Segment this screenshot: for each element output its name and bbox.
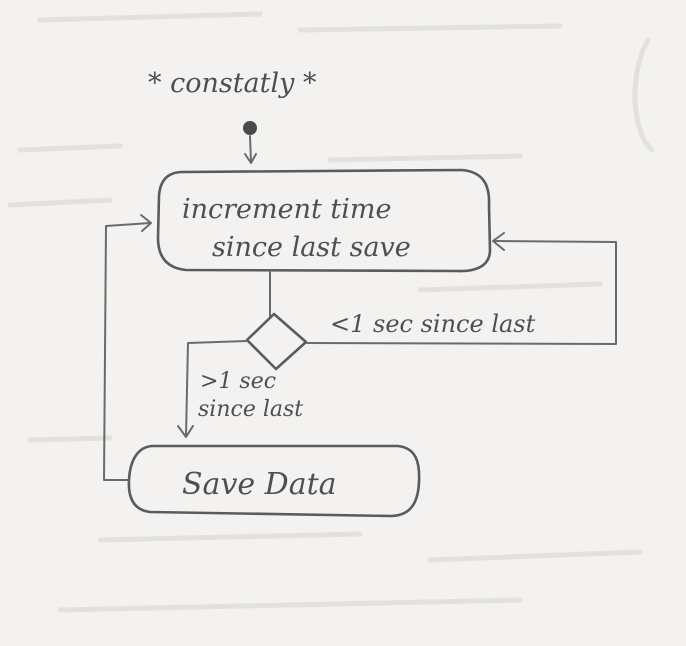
increment-label-line2: since last save <box>212 232 411 263</box>
activity-diagram: * constatly * increment time since last … <box>7 11 655 613</box>
increment-label-line1: increment time <box>182 194 392 225</box>
save-data-label: Save Data <box>182 467 337 502</box>
greater-than-label-line2: since last <box>198 397 303 422</box>
decision-node <box>245 312 308 371</box>
start-arrow <box>244 135 257 164</box>
less-than-one-sec-label: <1 sec since last <box>330 310 536 338</box>
greater-than-label-line1: >1 sec <box>200 369 276 394</box>
trigger-label: * constatly * <box>148 68 317 99</box>
initial-node <box>243 121 257 135</box>
